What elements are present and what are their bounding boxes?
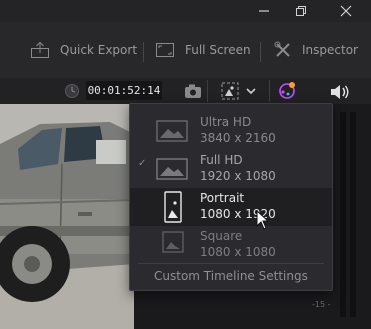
menu-item-title: Ultra HD — [200, 115, 252, 129]
timecode-display[interactable]: 00:01:52:14 — [86, 81, 162, 100]
timecode-clock-icon[interactable] — [64, 83, 80, 99]
snapshot-camera-icon[interactable] — [183, 82, 203, 100]
inspector-button[interactable]: Inspector — [274, 22, 358, 78]
resolution-dropdown-button[interactable] — [220, 81, 260, 101]
menu-item-full-hd[interactable]: ✓ Full HD 1920 x 1080 — [130, 150, 332, 188]
custom-timeline-settings-item[interactable]: Custom Timeline Settings — [154, 269, 308, 283]
menu-item-title: Portrait — [200, 191, 245, 205]
resolution-menu: Ultra HD 3840 x 2160 ✓ Full HD 1920 x 10… — [129, 103, 333, 291]
full-screen-icon — [156, 43, 174, 57]
menu-item-title: Square — [200, 229, 243, 243]
menu-item-size: 1920 x 1080 — [200, 169, 276, 183]
toolbar-divider — [260, 42, 261, 62]
menu-item-title: Full HD — [200, 153, 243, 167]
checkmark-icon: ✓ — [138, 158, 147, 169]
close-button[interactable] — [326, 0, 366, 22]
full-screen-label: Full Screen — [185, 43, 251, 57]
portrait-image-icon — [164, 191, 182, 223]
color-effects-icon[interactable] — [276, 80, 298, 102]
menu-item-size: 1080 x 1080 — [200, 245, 276, 259]
mouse-cursor-icon — [256, 210, 270, 230]
minimize-icon — [259, 10, 269, 12]
landscape-image-icon — [156, 158, 188, 180]
audio-meter-left — [340, 112, 346, 317]
header-divider — [207, 80, 208, 102]
car-photo — [0, 104, 134, 329]
toolbar-divider — [143, 42, 144, 62]
square-image-icon — [162, 231, 184, 253]
inspector-tools-icon — [274, 41, 290, 57]
menu-divider — [138, 263, 324, 264]
full-screen-button[interactable]: Full Screen — [155, 22, 251, 78]
audio-meter-right — [350, 112, 356, 317]
inspector-label: Inspector — [302, 43, 358, 57]
menu-item-ultra-hd[interactable]: Ultra HD 3840 x 2160 — [130, 112, 332, 150]
close-icon — [340, 5, 352, 17]
restore-icon — [296, 6, 306, 16]
menu-item-size: 3840 x 2160 — [200, 131, 276, 145]
menu-item-square[interactable]: Square 1080 x 1080 — [130, 226, 332, 264]
viewer-frame-image[interactable] — [0, 104, 134, 329]
landscape-image-icon — [156, 120, 188, 142]
minimize-button[interactable] — [244, 0, 284, 22]
export-icon — [31, 41, 49, 58]
volume-speaker-icon[interactable] — [329, 83, 351, 101]
menu-item-portrait[interactable]: Portrait 1080 x 1920 — [130, 188, 332, 226]
quick-export-label: Quick Export — [60, 43, 138, 57]
header-divider — [269, 80, 270, 102]
restore-button[interactable] — [281, 0, 321, 22]
quick-export-button[interactable]: Quick Export — [30, 22, 137, 78]
meter-scale-label: -15 - — [312, 300, 331, 309]
